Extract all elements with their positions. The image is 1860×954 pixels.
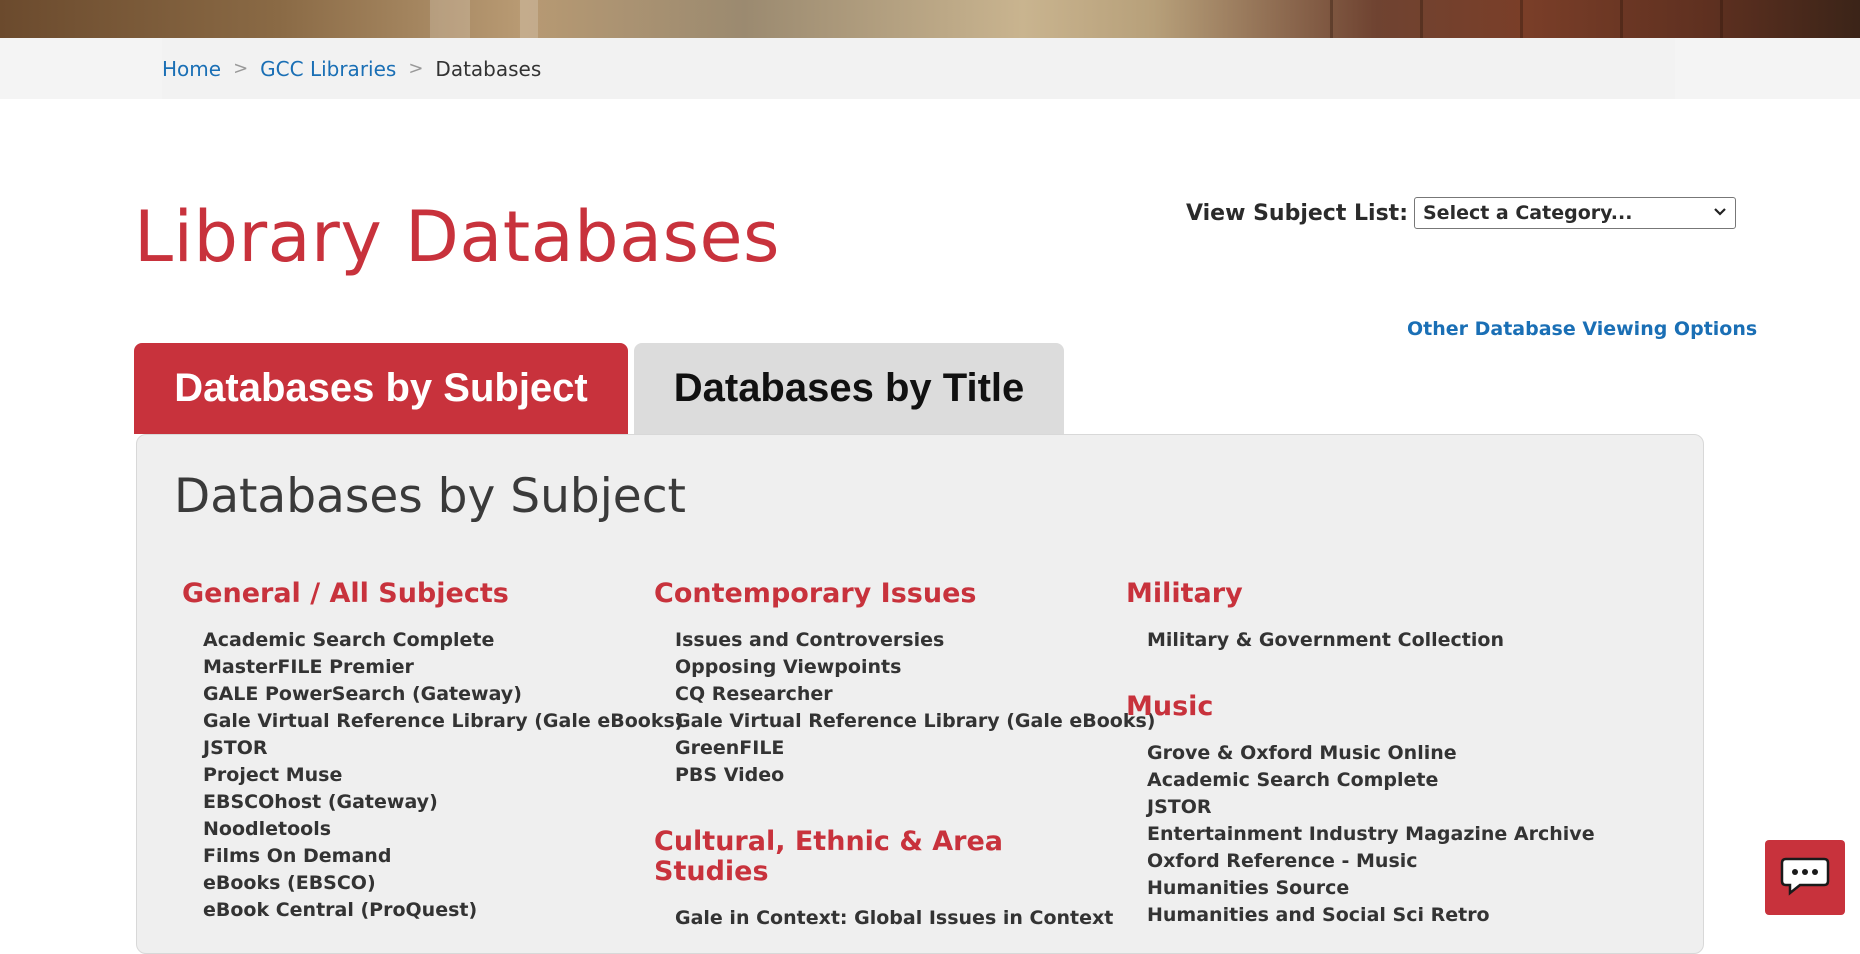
- breadcrumb-home-link[interactable]: Home: [162, 57, 221, 81]
- category-heading-cultural: Cultural, Ethnic & Area Studies: [654, 827, 1003, 887]
- breadcrumb-separator: >: [233, 58, 249, 79]
- subject-list-control: View Subject List: Select a Category...: [1186, 197, 1736, 229]
- panel-title: Databases by Subject: [174, 469, 686, 524]
- database-link[interactable]: EBSCOhost (Gateway): [203, 789, 683, 816]
- database-list-contemporary: Issues and Controversies Opposing Viewpo…: [675, 627, 1155, 789]
- database-link[interactable]: Oxford Reference - Music: [1147, 848, 1595, 875]
- database-link[interactable]: eBook Central (ProQuest): [203, 897, 683, 924]
- chat-bubble-icon: [1780, 855, 1830, 901]
- breadcrumb-current: Databases: [435, 56, 542, 81]
- other-viewing-options-link[interactable]: Other Database Viewing Options: [1407, 318, 1757, 340]
- database-link[interactable]: GreenFILE: [675, 735, 1155, 762]
- breadcrumb-separator: >: [408, 58, 424, 79]
- database-link[interactable]: Academic Search Complete: [203, 627, 683, 654]
- category-heading-cultural-line2: Studies: [654, 856, 769, 887]
- subject-select-label: View Subject List:: [1186, 200, 1408, 226]
- database-link[interactable]: JSTOR: [203, 735, 683, 762]
- subject-select-value: Select a Category...: [1423, 202, 1633, 224]
- database-link[interactable]: PBS Video: [675, 762, 1155, 789]
- database-link[interactable]: Films On Demand: [203, 843, 683, 870]
- page-title: Library Databases: [134, 196, 780, 278]
- category-heading-contemporary: Contemporary Issues: [654, 578, 977, 609]
- hero-banner-image: [0, 0, 1860, 38]
- breadcrumb-bar: Home > GCC Libraries > Databases: [0, 38, 1860, 99]
- database-link[interactable]: Opposing Viewpoints: [675, 654, 1155, 681]
- database-link[interactable]: JSTOR: [1147, 794, 1595, 821]
- chat-widget-button[interactable]: [1765, 840, 1845, 915]
- database-link[interactable]: Grove & Oxford Music Online: [1147, 740, 1595, 767]
- database-link[interactable]: Issues and Controversies: [675, 627, 1155, 654]
- database-link[interactable]: eBooks (EBSCO): [203, 870, 683, 897]
- database-link[interactable]: Gale Virtual Reference Library (Gale eBo…: [675, 708, 1155, 735]
- category-heading-military: Military: [1126, 578, 1243, 609]
- database-link[interactable]: Gale in Context: Global Issues in Contex…: [675, 905, 1113, 932]
- database-link[interactable]: Entertainment Industry Magazine Archive: [1147, 821, 1595, 848]
- category-heading-cultural-line1: Cultural, Ethnic & Area: [654, 826, 1004, 857]
- database-list-cultural: Gale in Context: Global Issues in Contex…: [675, 905, 1113, 932]
- database-link[interactable]: GALE PowerSearch (Gateway): [203, 681, 683, 708]
- database-list-military: Military & Government Collection: [1147, 627, 1504, 654]
- database-list-music: Grove & Oxford Music Online Academic Sea…: [1147, 740, 1595, 929]
- database-link[interactable]: Humanities Source: [1147, 875, 1595, 902]
- breadcrumb-libraries-link[interactable]: GCC Libraries: [260, 57, 396, 81]
- database-link[interactable]: CQ Researcher: [675, 681, 1155, 708]
- category-heading-music: Music: [1126, 691, 1214, 722]
- subject-category-select[interactable]: Select a Category...: [1414, 197, 1736, 229]
- database-list-general: Academic Search Complete MasterFILE Prem…: [203, 627, 683, 924]
- chevron-down-icon: [1713, 205, 1727, 221]
- database-link[interactable]: Project Muse: [203, 762, 683, 789]
- database-link[interactable]: Humanities and Social Sci Retro: [1147, 902, 1595, 929]
- database-link[interactable]: Military & Government Collection: [1147, 627, 1504, 654]
- database-link[interactable]: Academic Search Complete: [1147, 767, 1595, 794]
- breadcrumb: Home > GCC Libraries > Databases: [162, 38, 1675, 99]
- database-link[interactable]: Gale Virtual Reference Library (Gale eBo…: [203, 708, 683, 735]
- tab-databases-by-subject[interactable]: Databases by Subject: [134, 343, 628, 434]
- database-link[interactable]: Noodletools: [203, 816, 683, 843]
- database-link[interactable]: MasterFILE Premier: [203, 654, 683, 681]
- tab-databases-by-title[interactable]: Databases by Title: [634, 343, 1064, 434]
- category-heading-general: General / All Subjects: [182, 578, 509, 609]
